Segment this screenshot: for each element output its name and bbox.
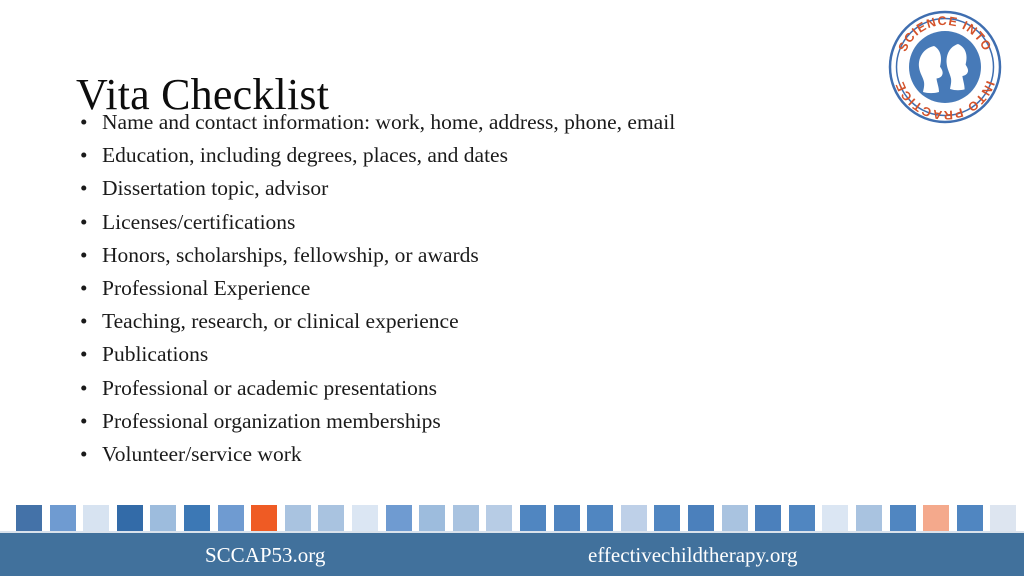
decorative-square [990,505,1016,531]
decorative-square [318,505,344,531]
list-item-label: Dissertation topic, advisor [102,176,329,201]
decorative-square [822,505,848,531]
decorative-square [890,505,916,531]
list-item: • Name and contact information: work, hom… [76,106,866,139]
decorative-square [285,505,311,531]
list-item-label: Professional organization memberships [102,408,441,433]
decorative-square [486,505,512,531]
bullet-dot-icon: • [80,176,88,201]
list-item: • Licenses/certifications [76,206,866,239]
list-item: • Teaching, research, or clinical experie… [76,305,866,338]
bullet-dot-icon: • [80,375,88,400]
science-into-practice-logo: SCIENCE INTO INTO PRACTICE [886,8,1004,126]
decorative-square [688,505,714,531]
list-item-label: Volunteer/service work [102,442,302,467]
bullet-dot-icon: • [80,442,88,467]
decorative-square [50,505,76,531]
bullet-dot-icon: • [80,110,88,134]
list-item: • Dissertation topic, advisor [76,172,866,205]
bullet-dot-icon: • [80,408,88,433]
decorative-square [520,505,546,531]
decorative-square [856,505,882,531]
bullet-dot-icon: • [80,276,88,301]
bullet-dot-icon: • [80,242,88,267]
decorative-square [16,505,42,531]
list-item: • Volunteer/service work [76,438,866,471]
bullet-dot-icon: • [80,342,88,367]
vita-checklist-list: • Name and contact information: work, hom… [76,106,866,471]
footer-link-sccap[interactable]: SCCAP53.org [205,541,325,569]
list-item: • Professional Experience [76,272,866,305]
bullet-dot-icon: • [80,143,88,168]
list-item-label: Name and contact information: work, home… [102,110,676,134]
decorative-square [150,505,176,531]
decorative-square [789,505,815,531]
decorative-square [218,505,244,531]
bullet-dot-icon: • [80,209,88,234]
decorative-square [117,505,143,531]
footer-link-effectivechildtherapy[interactable]: effectivechildtherapy.org [588,541,798,569]
list-item-label: Teaching, research, or clinical experien… [102,309,459,334]
decorative-square [722,505,748,531]
list-item-label: Licenses/certifications [102,209,296,234]
decorative-square [83,505,109,531]
decorative-square [957,505,983,531]
decorative-square [587,505,613,531]
list-item-label: Professional or academic presentations [102,375,437,400]
decorative-square [654,505,680,531]
decorative-square [184,505,210,531]
list-item-label: Education, including degrees, places, an… [102,143,508,168]
list-item: • Professional or academic presentations [76,372,866,405]
decorative-square [251,505,277,531]
list-item-label: Professional Experience [102,276,311,301]
bullet-dot-icon: • [80,309,88,334]
decorative-square-strip [0,503,1024,533]
list-item-label: Publications [102,342,209,367]
list-item-label: Honors, scholarships, fellowship, or awa… [102,242,479,267]
list-item: • Honors, scholarships, fellowship, or aw… [76,239,866,272]
decorative-square [554,505,580,531]
decorative-square [621,505,647,531]
decorative-square [352,505,378,531]
decorative-square [386,505,412,531]
slide-canvas: Vita Checklist • Name and contact informa… [0,0,1024,576]
decorative-square [453,505,479,531]
list-item: • Publications [76,338,866,371]
footer-bar: SCCAP53.org effectivechildtherapy.org [0,531,1024,576]
decorative-square [755,505,781,531]
list-item: • Education, including degrees, places, a… [76,139,866,172]
decorative-square [923,505,949,531]
decorative-square [419,505,445,531]
list-item: • Professional organization memberships [76,405,866,438]
